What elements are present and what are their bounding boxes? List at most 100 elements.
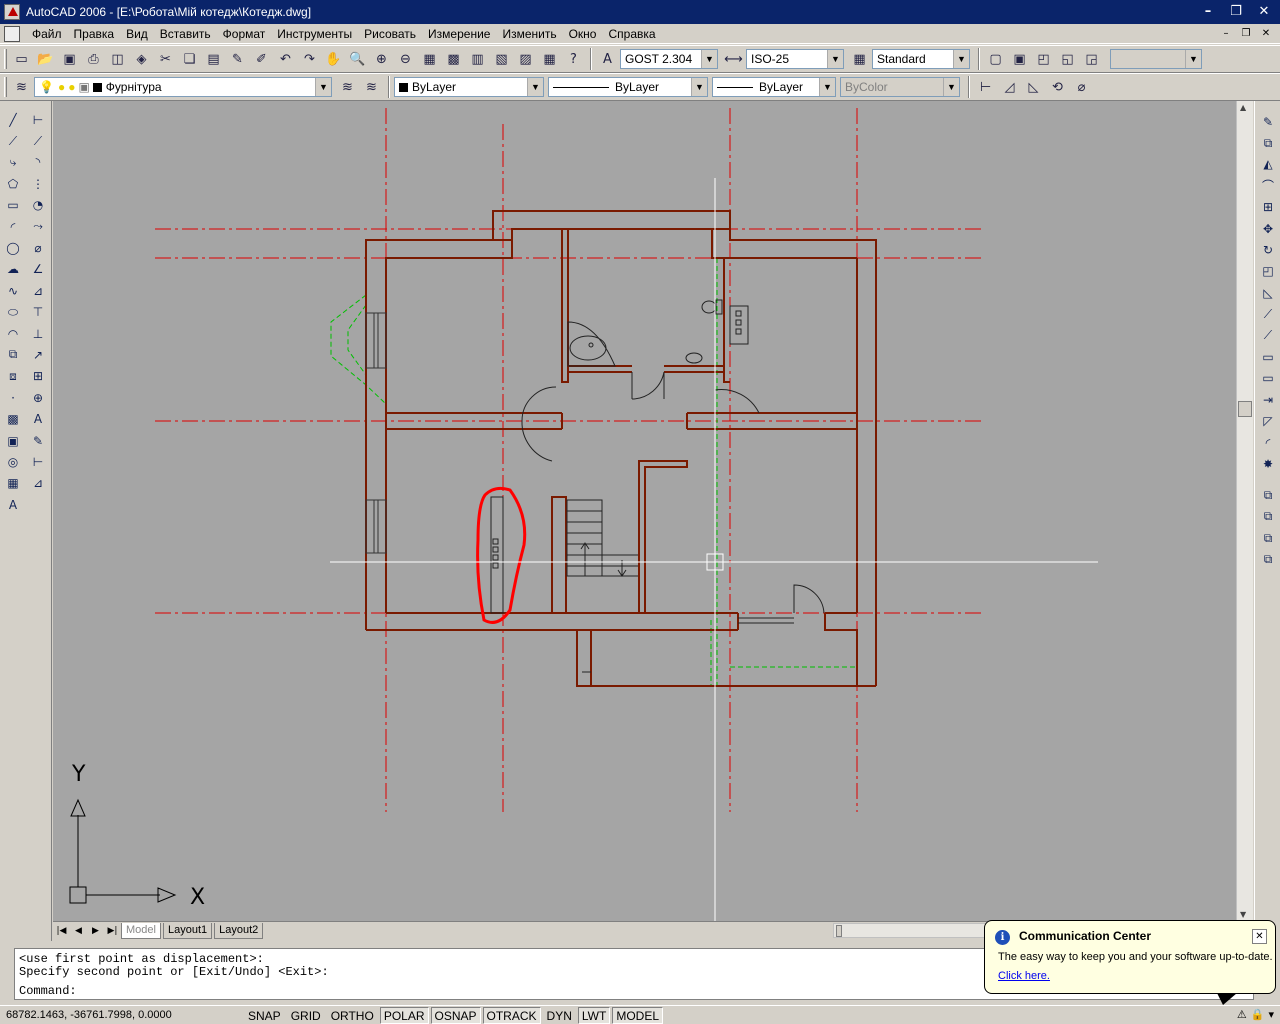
explode-icon[interactable]: ✸ [1256,453,1280,474]
dim-aligned-icon[interactable]: ⟋ [26,130,50,151]
chevron-down-icon[interactable]: ▼ [1185,50,1201,68]
insert-block-icon[interactable]: ⧉ [1,344,25,365]
polyline-icon[interactable]: ⤷ [1,152,25,173]
zoom-window-icon[interactable]: ⊕ [370,48,393,70]
send-to-back-icon[interactable]: ⧉ [1256,506,1280,527]
toolbar-grip[interactable] [4,77,7,97]
open-icon[interactable]: 📂 [34,48,57,70]
prev-tab-icon[interactable]: ◀ [70,923,87,939]
multiline-text-icon[interactable]: A [1,494,25,515]
lineweight-select[interactable]: ByLayer ▼ [712,77,836,97]
redo-icon[interactable]: ↷ [298,48,321,70]
zoom-realtime-icon[interactable]: 🔍 [346,48,369,70]
break-icon[interactable]: ▭ [1256,368,1280,389]
lwt-toggle[interactable]: LWT [577,1006,611,1024]
chevron-down-icon[interactable]: ▼ [819,78,835,96]
dim-aligned-icon[interactable]: ◿ [998,76,1021,98]
last-tab-icon[interactable]: ▶| [104,923,121,939]
next-tab-icon[interactable]: ▶ [87,923,104,939]
dim-continue-icon[interactable]: ⊥ [26,323,50,344]
text-style-icon[interactable]: A [596,48,619,70]
help-icon[interactable]: ? [562,48,585,70]
rotate-icon[interactable]: ↻ [1256,239,1280,260]
tab-model[interactable]: Model [121,922,161,939]
command-window-grip[interactable] [0,941,14,1003]
rectangle-icon[interactable]: ▭ [1,195,25,216]
plot-preview-icon[interactable]: ◫ [106,48,129,70]
close-icon[interactable]: ✕ [1252,929,1267,944]
join-icon[interactable]: ⇥ [1256,389,1280,410]
table-style-select[interactable]: Standard ▼ [872,49,970,69]
dyn-toggle[interactable]: DYN [543,1007,576,1024]
polygon-icon[interactable]: ⬠ [1,173,25,194]
markup-icon[interactable]: ▨ [514,48,537,70]
dim-ordinate-icon[interactable]: ◺ [1022,76,1045,98]
dim-radius-icon[interactable]: ⟲ [1046,76,1069,98]
plot-style-select[interactable]: ByColor ▼ [840,77,960,97]
make-object-layer-current-icon[interactable]: ≋ [336,76,359,98]
dim-jogged-icon[interactable]: ⤳ [26,216,50,237]
chevron-down-icon[interactable]: ▼ [943,78,959,96]
dim-angular-icon[interactable]: ∠ [26,259,50,280]
tab-layout2[interactable]: Layout2 [214,922,264,939]
tray-menu-icon[interactable]: ▾ [1268,1008,1274,1021]
model-toggle[interactable]: MODEL [612,1006,664,1024]
menu-tools[interactable]: Инструменты [271,24,358,44]
paste-icon[interactable]: ▤ [202,48,225,70]
text-style-select[interactable]: GOST 2.304 ▼ [620,49,718,69]
doc-close-button[interactable]: ✕ [1258,26,1274,40]
dim-diameter-icon[interactable]: ⌀ [1070,76,1093,98]
osnap-toggle[interactable]: OSNAP [430,1006,481,1024]
table-icon[interactable]: ▦ [1,473,25,494]
line-icon[interactable]: ╱ [1,109,25,130]
balloon-link[interactable]: Click here. [998,970,1050,982]
dim-diameter-icon[interactable]: ⌀ [26,237,50,258]
pan-icon[interactable]: ✋ [322,48,345,70]
plot-icon[interactable]: ⎙ [82,48,105,70]
publish-icon[interactable]: ◈ [130,48,153,70]
scroll-thumb[interactable] [1238,401,1252,417]
break-at-point-icon[interactable]: ▭ [1256,346,1280,367]
hatch-icon[interactable]: ▩ [1,408,25,429]
scroll-up-icon[interactable]: ▲ [1240,103,1246,112]
autocad-app-icon[interactable] [4,4,20,20]
viewport-polygon-icon[interactable]: ◰ [1032,48,1055,70]
center-mark-icon[interactable]: ⊕ [26,387,50,408]
viewport-clip-icon[interactable]: ◲ [1080,48,1103,70]
doc-restore-button[interactable]: ❐ [1238,26,1254,40]
array-icon[interactable]: ⊞ [1256,197,1280,218]
viewport-convert-icon[interactable]: ◱ [1056,48,1079,70]
extend-icon[interactable]: ⟋ [1256,325,1280,346]
fillet-icon[interactable]: ◜ [1256,432,1280,453]
match-properties-icon[interactable]: ✎ [226,48,249,70]
quick-dim-icon[interactable]: ⊿ [26,280,50,301]
design-center-icon[interactable]: ▩ [442,48,465,70]
grid-toggle[interactable]: GRID [287,1007,325,1024]
scroll-down-icon[interactable]: ▼ [1240,910,1246,919]
ortho-toggle[interactable]: ORTHO [327,1007,378,1024]
restore-button[interactable]: ❐ [1224,2,1248,21]
chevron-down-icon[interactable]: ▼ [315,78,331,96]
first-tab-icon[interactable]: |◀ [53,923,70,939]
tool-palettes-icon[interactable]: ▥ [466,48,489,70]
circle-icon[interactable]: ◯ [1,237,25,258]
chevron-down-icon[interactable]: ▼ [953,50,969,68]
polar-toggle[interactable]: POLAR [379,1006,429,1024]
block-editor-icon[interactable]: ✐ [250,48,273,70]
vertical-scrollbar[interactable]: ▲ ▼ [1236,101,1253,921]
dim-baseline-icon[interactable]: ⊤ [26,302,50,323]
scale-icon[interactable]: ◰ [1256,261,1280,282]
viewport-dialog-icon[interactable]: ▣ [1008,48,1031,70]
ellipse-icon[interactable]: ⬭ [1,302,25,323]
dim-radius-icon[interactable]: ◔ [26,195,50,216]
cut-icon[interactable]: ✂ [154,48,177,70]
tolerance-icon[interactable]: ⊞ [26,366,50,387]
trim-icon[interactable]: ⟋ [1256,304,1280,325]
menu-file[interactable]: Файл [26,24,68,44]
tab-layout1[interactable]: Layout1 [162,922,213,939]
viewport-scale-select[interactable]: ▼ [1110,49,1202,69]
calculator-icon[interactable]: ▦ [538,48,561,70]
stretch-icon[interactable]: ◺ [1256,282,1280,303]
new-icon[interactable]: ▭ [10,48,33,70]
snap-toggle[interactable]: SNAP [244,1007,285,1024]
